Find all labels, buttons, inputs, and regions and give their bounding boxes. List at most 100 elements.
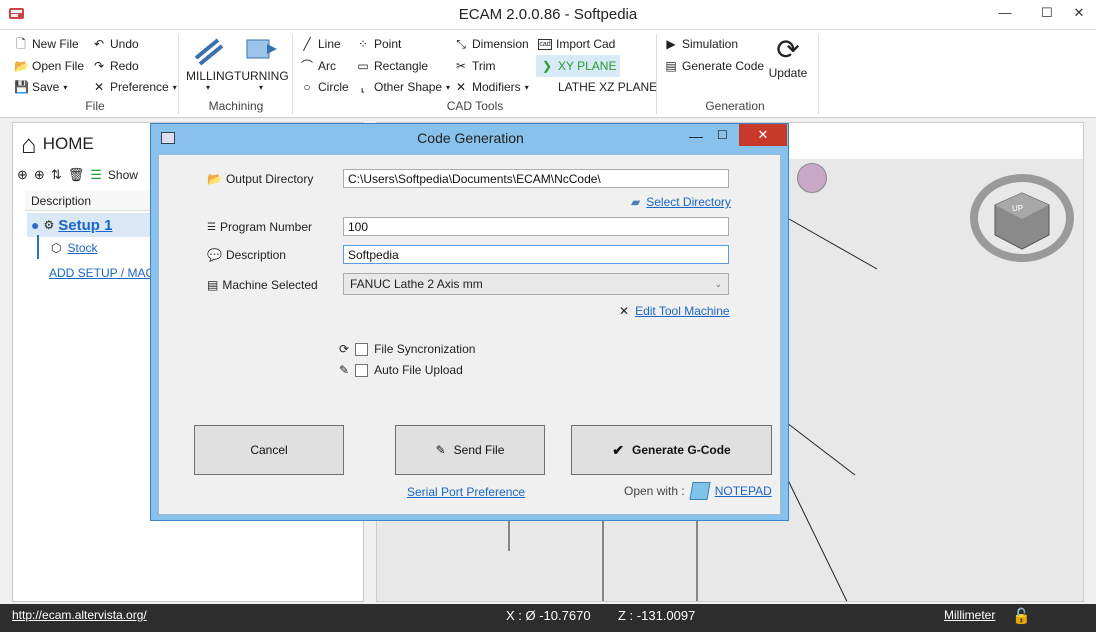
circle-button[interactable]: ○ Circle: [300, 77, 348, 97]
window-title: ECAM 2.0.0.86 - Softpedia: [458, 6, 638, 23]
save-button[interactable]: 💾 Save ▾: [14, 77, 67, 97]
new-file-icon: 🗋: [16, 37, 26, 51]
speech-bubble-icon: 💬: [207, 248, 222, 262]
preference-button[interactable]: ✕ Preference ▾: [92, 77, 177, 97]
dimension-button[interactable]: ⤡ Dimension: [454, 34, 529, 54]
unlock-icon[interactable]: 🔓: [1012, 607, 1031, 625]
list-icon[interactable]: ☰: [90, 167, 102, 183]
xy-plane-button[interactable]: ❯ XY PLANE: [536, 55, 621, 77]
home-button[interactable]: ⌂ HOME: [21, 131, 94, 157]
import-cad-button[interactable]: cad Import Cad: [538, 34, 615, 54]
dialog-close-button[interactable]: ✕: [739, 124, 787, 146]
output-directory-label: Output Directory: [225, 172, 314, 186]
edit-tool-machine-button[interactable]: ✕ Edit Tool Machine: [619, 304, 730, 318]
setup-link[interactable]: Setup 1: [58, 217, 112, 234]
viewcube[interactable]: UP: [967, 163, 1077, 263]
auto-upload-label: Auto File Upload: [374, 363, 463, 377]
generate-code-button[interactable]: ▤ Generate Code: [664, 56, 764, 76]
dropdown-arrow-icon: ▾: [524, 82, 529, 92]
notepad-link[interactable]: NOTEPAD: [715, 484, 772, 498]
cad-tools-group-label: CAD Tools: [446, 99, 504, 113]
lathe-xz-plane-button[interactable]: LATHE XZ PLANE: [558, 77, 657, 97]
usb-plug-icon: ✎: [435, 443, 446, 457]
undo-label: Undo: [110, 37, 139, 51]
delete-icon[interactable]: 🗑: [68, 167, 85, 183]
website-link[interactable]: http://ecam.altervista.org/: [12, 608, 147, 622]
tree-item-setup[interactable]: ● ⚙ Setup 1: [27, 213, 163, 237]
sphere-icon[interactable]: [797, 163, 827, 193]
import-cad-label: Import Cad: [556, 37, 616, 51]
output-directory-field[interactable]: C:\Users\Softpedia\Documents\ECAM\NcCode…: [343, 169, 729, 188]
home-label: HOME: [42, 134, 94, 153]
open-file-label: Open File: [32, 59, 85, 73]
select-directory-link[interactable]: Select Directory: [646, 195, 731, 209]
turning-button[interactable]: TURNING ▾: [234, 34, 289, 96]
move-up-icon[interactable]: ⊕: [17, 167, 28, 183]
machine-selected-label-group: ▤ Machine Selected: [207, 278, 318, 292]
update-button[interactable]: ⟳ Update: [766, 34, 810, 86]
dropdown-arrow-icon: ▾: [63, 82, 68, 92]
auto-upload-row[interactable]: ✎ Auto File Upload: [339, 363, 463, 377]
file-sync-checkbox[interactable]: [355, 342, 369, 356]
rectangle-icon: ▭: [357, 59, 369, 73]
move-down-icon[interactable]: ⊕: [34, 167, 45, 183]
redo-button[interactable]: ↷ Redo: [92, 56, 139, 76]
stock-link[interactable]: Stock: [67, 241, 97, 255]
serial-port-preference-link[interactable]: Serial Port Preference: [407, 485, 525, 499]
send-file-button[interactable]: ✎ Send File: [395, 425, 545, 475]
add-setup-link[interactable]: ADD SETUP / MAC: [49, 266, 154, 280]
divider: [818, 34, 819, 114]
simulation-button[interactable]: ▶ Simulation: [664, 34, 738, 54]
auto-upload-checkbox[interactable]: [355, 363, 369, 377]
other-shape-label: Other Shape: [374, 80, 443, 94]
xy-plane-label: XY PLANE: [558, 59, 617, 73]
dialog-minimize-button[interactable]: —: [689, 128, 703, 144]
rectangle-button[interactable]: ▭ Rectangle: [356, 56, 428, 76]
description-field[interactable]: Softpedia: [343, 245, 729, 264]
program-number-label: Program Number: [219, 220, 312, 234]
maximize-button[interactable]: ☐: [1032, 0, 1062, 26]
sort-icon[interactable]: ⇅: [51, 167, 62, 183]
dropdown-arrow-icon: ▾: [172, 82, 177, 92]
tree-item-stock[interactable]: ⬡ Stock: [51, 241, 98, 255]
numbered-list-icon: ☰: [207, 221, 216, 233]
file-sync-row[interactable]: ⟳ File Syncronization: [339, 342, 475, 356]
title-bar: ECAM 2.0.0.86 - Softpedia — ☐ ✕: [0, 0, 1096, 30]
cube-icon: ⬡: [51, 241, 62, 255]
close-button[interactable]: ✕: [1064, 0, 1094, 26]
other-shape-button[interactable]: ⸤ Other Shape ▾: [356, 77, 450, 97]
new-file-label: New File: [32, 37, 79, 51]
open-file-button[interactable]: 📂 Open File: [14, 56, 84, 76]
milling-button[interactable]: MILLING ▾: [186, 34, 234, 96]
point-label: Point: [374, 37, 402, 51]
point-button[interactable]: ⁘ Point: [356, 34, 401, 54]
ribbon: 🗋 New File 📂 Open File 💾 Save ▾ ↶ Undo ↷ Redo …: [0, 30, 1096, 118]
program-number-label-group: ☰ Program Number: [207, 220, 312, 234]
show-toggle[interactable]: Show: [108, 168, 138, 182]
generate-gcode-button[interactable]: ✔ Generate G-Code: [571, 425, 772, 475]
description-header-label: Description: [31, 194, 92, 208]
select-directory-button[interactable]: ▰ Select Directory: [631, 195, 731, 209]
document-icon: ▤: [665, 59, 677, 73]
update-label: Update: [768, 66, 808, 80]
line-button[interactable]: ╱ Line: [300, 34, 340, 54]
milling-icon: [194, 38, 224, 66]
modifiers-button[interactable]: ✕ Modifiers ▾: [454, 77, 529, 97]
edit-tool-machine-link[interactable]: Edit Tool Machine: [635, 304, 730, 318]
divider: [656, 34, 657, 114]
trim-button[interactable]: ✂ Trim: [454, 56, 496, 76]
tree-connector: [37, 235, 39, 259]
units-link[interactable]: Millimeter: [944, 608, 995, 622]
folder-icon: ▰: [631, 195, 641, 209]
undo-button[interactable]: ↶ Undo: [92, 34, 139, 54]
new-file-button[interactable]: 🗋 New File: [14, 34, 79, 54]
minimize-button[interactable]: —: [990, 0, 1020, 26]
generation-group-label: Generation: [705, 99, 765, 113]
setup-gear-icon: ⚙: [43, 218, 55, 232]
program-number-field[interactable]: 100: [343, 217, 729, 236]
machine-select[interactable]: FANUC Lathe 2 Axis mm ⌄: [343, 273, 729, 295]
dialog-maximize-button[interactable]: ☐: [717, 128, 728, 142]
cancel-button[interactable]: Cancel: [194, 425, 344, 475]
machining-group-label: Machining: [208, 99, 264, 113]
arc-button[interactable]: ⌒ Arc: [300, 56, 336, 76]
